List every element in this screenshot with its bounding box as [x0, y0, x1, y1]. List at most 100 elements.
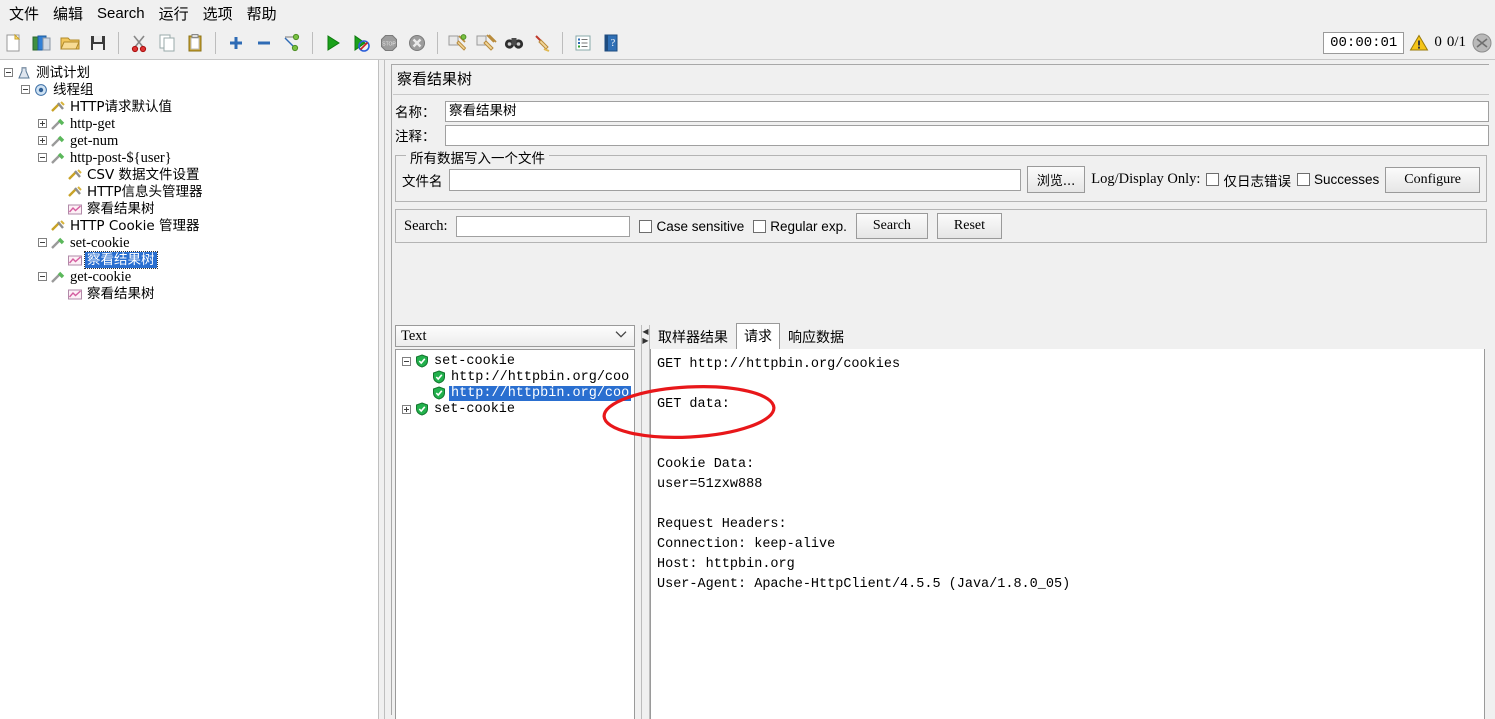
- expand-plus-icon[interactable]: [400, 403, 413, 416]
- collapse-minus-icon[interactable]: [19, 83, 32, 96]
- comment-label: 注释：: [395, 129, 436, 145]
- tree-node-13[interactable]: 察看结果树: [2, 285, 378, 302]
- configure-button[interactable]: Configure: [1385, 166, 1480, 193]
- tree-node-1[interactable]: 线程组: [2, 81, 378, 98]
- collapse-minus-icon[interactable]: [36, 270, 49, 283]
- expand-all-button[interactable]: [223, 30, 249, 56]
- regular-exp-checkbox[interactable]: Regular exp.: [753, 219, 847, 234]
- open-button[interactable]: [57, 30, 83, 56]
- tree-node-0[interactable]: 测试计划: [2, 64, 378, 81]
- tab-response-data[interactable]: 响应数据: [780, 324, 852, 350]
- tree-node-6[interactable]: CSV 数据文件设置: [2, 166, 378, 183]
- warning-count: 0: [1434, 34, 1442, 50]
- save-button[interactable]: [85, 30, 111, 56]
- copy-button[interactable]: [154, 30, 180, 56]
- tab-request[interactable]: 请求: [736, 323, 780, 350]
- case-sensitive-checkbox[interactable]: Case sensitive: [639, 219, 744, 234]
- tab-sampler-result[interactable]: 取样器结果: [650, 324, 736, 350]
- test-plan-tree[interactable]: 测试计划 线程组 HTTP请求默认值 http-get get-num http-post…: [0, 60, 378, 302]
- splitter-left-arrow-icon[interactable]: ◀: [642, 328, 648, 336]
- clear-button[interactable]: [445, 30, 471, 56]
- request-line-1: [657, 375, 1479, 395]
- result-node-2[interactable]: http://httpbin.org/coo: [396, 385, 634, 401]
- collapse-minus-icon[interactable]: [400, 355, 413, 368]
- errors-only-box[interactable]: [1206, 173, 1220, 186]
- regular-exp-box[interactable]: [753, 219, 767, 233]
- tree-node-label: HTTP信息头管理器: [87, 183, 203, 200]
- templates-button[interactable]: [29, 30, 55, 56]
- search-reset-button-panel[interactable]: Reset: [936, 213, 1003, 239]
- result-detail-pane: 取样器结果 请求 响应数据 GET http://httpbin.org/cooki…: [650, 323, 1485, 719]
- start-button[interactable]: [320, 30, 346, 56]
- result-node-3[interactable]: set-cookie: [396, 401, 634, 417]
- request-line-9: Connection: keep-alive: [657, 537, 836, 552]
- menu-edit[interactable]: 编辑: [46, 1, 90, 26]
- result-tabs[interactable]: 取样器结果 请求 响应数据: [650, 323, 1485, 350]
- result-node-1[interactable]: http://httpbin.org/coo: [396, 369, 634, 385]
- tree-node-3[interactable]: http-get: [2, 115, 378, 132]
- new-button[interactable]: [1, 30, 27, 56]
- tree-node-4[interactable]: get-num: [2, 132, 378, 149]
- tree-node-5[interactable]: http-post-${user}: [2, 149, 378, 166]
- result-node-0[interactable]: set-cookie: [396, 353, 634, 369]
- results-splitter[interactable]: ◀ ▶: [641, 325, 650, 719]
- filename-input[interactable]: [448, 168, 1021, 191]
- search-reset-button[interactable]: [529, 30, 555, 56]
- start-no-pauses-button[interactable]: [348, 30, 374, 56]
- splitter-right-arrow-icon[interactable]: ▶: [642, 337, 648, 345]
- expand-plus-icon[interactable]: [36, 134, 49, 147]
- tree-node-label: 察看结果树: [87, 200, 155, 217]
- menu-options[interactable]: 选项: [196, 1, 240, 26]
- case-sensitive-box[interactable]: [639, 219, 653, 233]
- tree-node-spacer: [53, 168, 66, 181]
- paste-button[interactable]: [182, 30, 208, 56]
- shutdown-button[interactable]: [404, 30, 430, 56]
- search-input[interactable]: [456, 215, 631, 237]
- menu-help[interactable]: 帮助: [240, 1, 284, 26]
- browse-button[interactable]: 浏览...: [1026, 166, 1086, 193]
- brush-reset-icon: [532, 33, 552, 53]
- collapse-minus-icon[interactable]: [2, 66, 15, 79]
- collapse-all-button[interactable]: [251, 30, 277, 56]
- request-line-7: [657, 495, 1479, 515]
- menu-run[interactable]: 运行: [152, 1, 196, 26]
- comment-field-row: 注释：: [393, 123, 1495, 147]
- play-no-timers-icon: [351, 33, 371, 53]
- chevron-down-icon: [615, 325, 627, 343]
- tree-node-2[interactable]: HTTP请求默认值: [2, 98, 378, 115]
- tree-node-7[interactable]: HTTP信息头管理器: [2, 183, 378, 200]
- collapse-minus-icon[interactable]: [36, 151, 49, 164]
- expand-plus-icon[interactable]: [36, 117, 49, 130]
- tree-node-9[interactable]: HTTP Cookie 管理器: [2, 217, 378, 234]
- renderer-select[interactable]: Text: [395, 325, 635, 347]
- search-submit-button[interactable]: Search: [855, 213, 928, 239]
- help-button[interactable]: ?: [598, 30, 624, 56]
- stop-button[interactable]: STOP: [376, 30, 402, 56]
- collapse-minus-icon[interactable]: [36, 236, 49, 249]
- warning-triangle-icon[interactable]: [1409, 33, 1429, 53]
- menu-search[interactable]: Search: [90, 3, 152, 24]
- errors-only-checkbox[interactable]: 仅日志错误: [1206, 170, 1291, 190]
- request-text-area[interactable]: GET http://httpbin.org/cookies GET data: C…: [650, 349, 1485, 719]
- tree-node-11[interactable]: 察看结果树: [2, 250, 378, 269]
- tree-node-8[interactable]: 察看结果树: [2, 200, 378, 217]
- clear-all-button[interactable]: [473, 30, 499, 56]
- function-helper-button[interactable]: [570, 30, 596, 56]
- tree-node-label: http-post-${user}: [70, 149, 172, 166]
- main-vertical-splitter[interactable]: [378, 60, 385, 719]
- comment-input[interactable]: [445, 124, 1489, 146]
- successes-checkbox[interactable]: Successes: [1296, 172, 1379, 187]
- clear-gray-circle-icon[interactable]: [1471, 32, 1493, 54]
- test-plan-tree-pane[interactable]: 测试计划 线程组 HTTP请求默认值 http-get get-num http-post…: [0, 60, 378, 719]
- tree-node-spacer: [53, 287, 66, 300]
- results-tree[interactable]: set-cookie http://httpbin.org/coo http://h…: [395, 349, 635, 719]
- name-input[interactable]: 察看结果树: [445, 100, 1489, 122]
- successes-box[interactable]: [1296, 173, 1310, 186]
- elapsed-timer: 00:00:01: [1323, 31, 1405, 54]
- search-button[interactable]: [501, 30, 527, 56]
- tree-node-12[interactable]: get-cookie: [2, 268, 378, 285]
- toggle-button[interactable]: [279, 30, 305, 56]
- menu-file[interactable]: 文件: [2, 1, 46, 26]
- tree-node-10[interactable]: set-cookie: [2, 234, 378, 251]
- cut-button[interactable]: [126, 30, 152, 56]
